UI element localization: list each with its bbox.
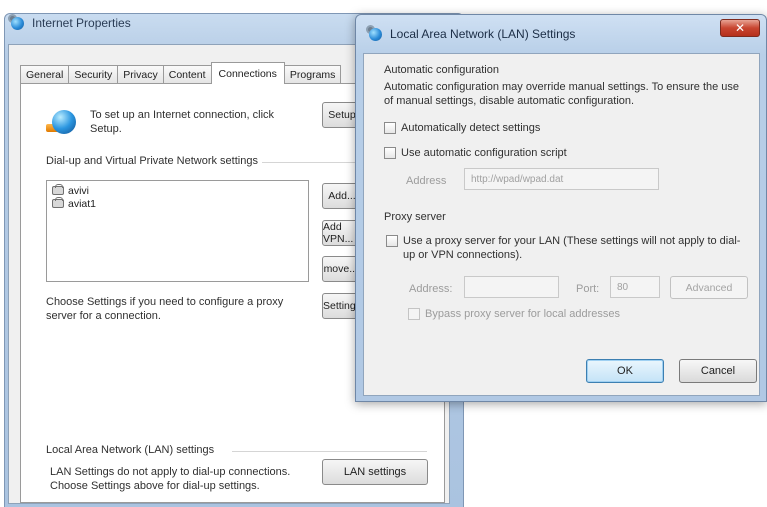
vpn-group-label: Dial-up and Virtual Private Network sett… — [46, 155, 262, 167]
internet-options-icon — [8, 14, 26, 32]
internet-connection-icon — [46, 108, 76, 138]
auto-detect-checkbox[interactable] — [384, 122, 396, 134]
tab-general[interactable]: General — [20, 65, 70, 84]
list-item[interactable]: avivi — [52, 184, 303, 197]
internet-properties-title: Internet Properties — [32, 16, 131, 30]
lan-settings-button[interactable]: LAN settings — [322, 459, 428, 485]
tab-programs[interactable]: Programs — [283, 65, 342, 84]
lan-settings-description: LAN Settings do not apply to dial-up con… — [50, 466, 291, 492]
bypass-local-label: Bypass proxy server for local addresses — [425, 308, 621, 320]
auto-script-checkbox[interactable] — [384, 147, 396, 159]
use-proxy-checkbox[interactable] — [386, 235, 398, 247]
tab-privacy[interactable]: Privacy — [117, 65, 164, 84]
ok-button[interactable]: OK — [586, 359, 664, 383]
tab-connections[interactable]: Connections — [210, 62, 285, 84]
lan-settings-dialog: Local Area Network (LAN) Settings ✕ Auto… — [355, 14, 767, 402]
tab-strip: General Security Privacy Content Connect… — [20, 62, 342, 84]
vpn-group-divider — [258, 162, 358, 163]
vpn-connection-list[interactable]: avivi aviat1 — [46, 180, 309, 282]
setup-description: To set up an Internet connection, click … — [90, 109, 275, 135]
proxy-address-input[interactable] — [464, 276, 559, 298]
use-proxy-option[interactable]: Use a proxy server for your LAN (These s… — [386, 234, 751, 262]
close-icon: ✕ — [734, 21, 746, 35]
bypass-local-option[interactable]: Bypass proxy server for local addresses — [408, 307, 620, 321]
lan-dialog-title-area: Local Area Network (LAN) Settings — [366, 25, 575, 43]
bypass-local-checkbox[interactable] — [408, 308, 420, 320]
internet-options-icon — [366, 25, 384, 43]
tab-security[interactable]: Security — [68, 65, 119, 84]
proxy-server-label: Proxy server — [384, 211, 446, 223]
proxy-port-input[interactable]: 80 — [610, 276, 660, 298]
lan-dialog-titlebar[interactable]: Local Area Network (LAN) Settings ✕ — [356, 15, 766, 53]
tab-content[interactable]: Content — [162, 65, 212, 84]
close-button[interactable]: ✕ — [720, 19, 760, 37]
auto-script-option[interactable]: Use automatic configuration script — [384, 146, 567, 160]
internet-properties-titlebar: Internet Properties — [8, 14, 131, 32]
proxy-settings-hint: Choose Settings if you need to configure… — [46, 296, 284, 322]
dialup-connection-icon — [52, 184, 64, 195]
lan-dialog-client: Automatic configuration Automatic config… — [363, 53, 760, 396]
connection-name: avivi — [68, 184, 90, 197]
use-proxy-label: Use a proxy server for your LAN (These s… — [403, 235, 741, 261]
auto-config-description: Automatic configuration may override man… — [384, 81, 740, 107]
proxy-port-label: Port: — [576, 283, 600, 295]
script-address-input[interactable]: http://wpad/wpad.dat — [464, 168, 659, 190]
list-item[interactable]: aviat1 — [52, 197, 303, 210]
auto-config-label: Automatic configuration — [384, 64, 499, 76]
auto-detect-label: Automatically detect settings — [401, 122, 541, 134]
connection-name: aviat1 — [68, 197, 97, 210]
dialup-connection-icon — [52, 197, 64, 208]
auto-script-label: Use automatic configuration script — [401, 147, 567, 159]
advanced-button[interactable]: Advanced — [670, 276, 748, 299]
script-address-label: Address — [406, 175, 447, 187]
lan-group-divider — [232, 451, 427, 452]
lan-group-label: Local Area Network (LAN) settings — [46, 444, 219, 456]
lan-dialog-title: Local Area Network (LAN) Settings — [390, 27, 576, 41]
auto-detect-option[interactable]: Automatically detect settings — [384, 121, 540, 135]
cancel-button[interactable]: Cancel — [679, 359, 757, 383]
proxy-address-label: Address: — [409, 283, 453, 295]
